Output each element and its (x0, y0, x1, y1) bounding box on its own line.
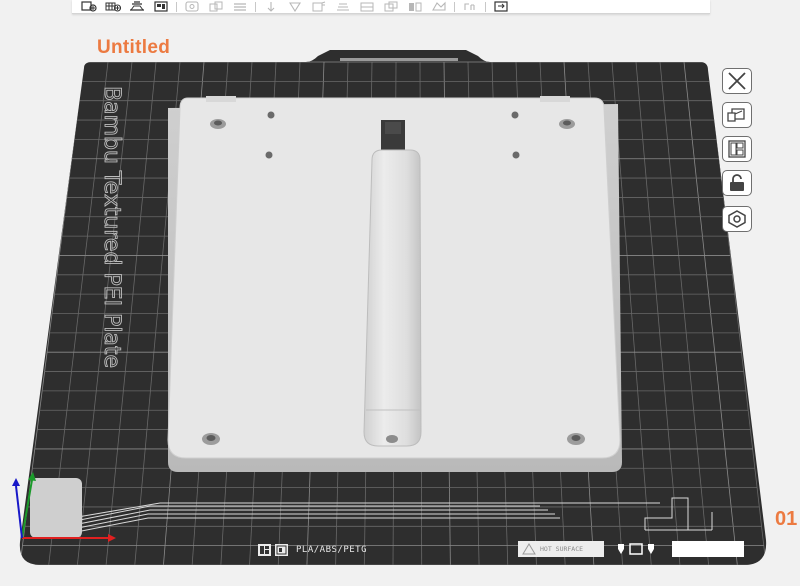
hot-surface-warning: HOT SURFACE (518, 541, 604, 557)
remove-plate-button[interactable] (722, 68, 752, 94)
plate-corner-pad (672, 541, 744, 557)
lock-plate-icon (730, 174, 744, 191)
nozzle-icon (618, 544, 624, 554)
model-notch (206, 96, 236, 102)
filament-types-label: PLA/ABS/PETG (296, 545, 368, 555)
model-rib (363, 120, 422, 447)
build-plate-viewport[interactable]: Bambu Textured PEI Plate (0, 0, 800, 586)
hot-surface-label: HOT SURFACE (540, 544, 584, 553)
remove-plate-icon (728, 72, 746, 90)
plate-handle-notch (340, 58, 458, 61)
square-icon (629, 543, 643, 555)
model-notch (540, 96, 570, 102)
bambu-logo-icon (258, 544, 271, 556)
plate-markings (616, 542, 666, 556)
arrange-plate-icon (728, 140, 746, 158)
model-mounting-plate[interactable] (167, 96, 622, 472)
arrange-plate-button[interactable] (722, 136, 752, 162)
plate-settings-button[interactable] (722, 206, 752, 232)
pick-plate-button[interactable] (722, 102, 752, 128)
pick-plate-icon (727, 108, 745, 122)
plate-type-icon (275, 544, 288, 556)
warning-icon (522, 543, 536, 555)
axis-gizmo (12, 472, 116, 542)
plate-number: 01 (775, 508, 798, 530)
plate-texture-label: Bambu Textured PEI Plate (99, 86, 124, 368)
plate-settings-icon (728, 210, 746, 228)
nozzle-icon (648, 544, 654, 554)
lock-plate-button[interactable] (722, 170, 752, 196)
plate-label-bar: PLA/ABS/PETG (258, 542, 367, 558)
